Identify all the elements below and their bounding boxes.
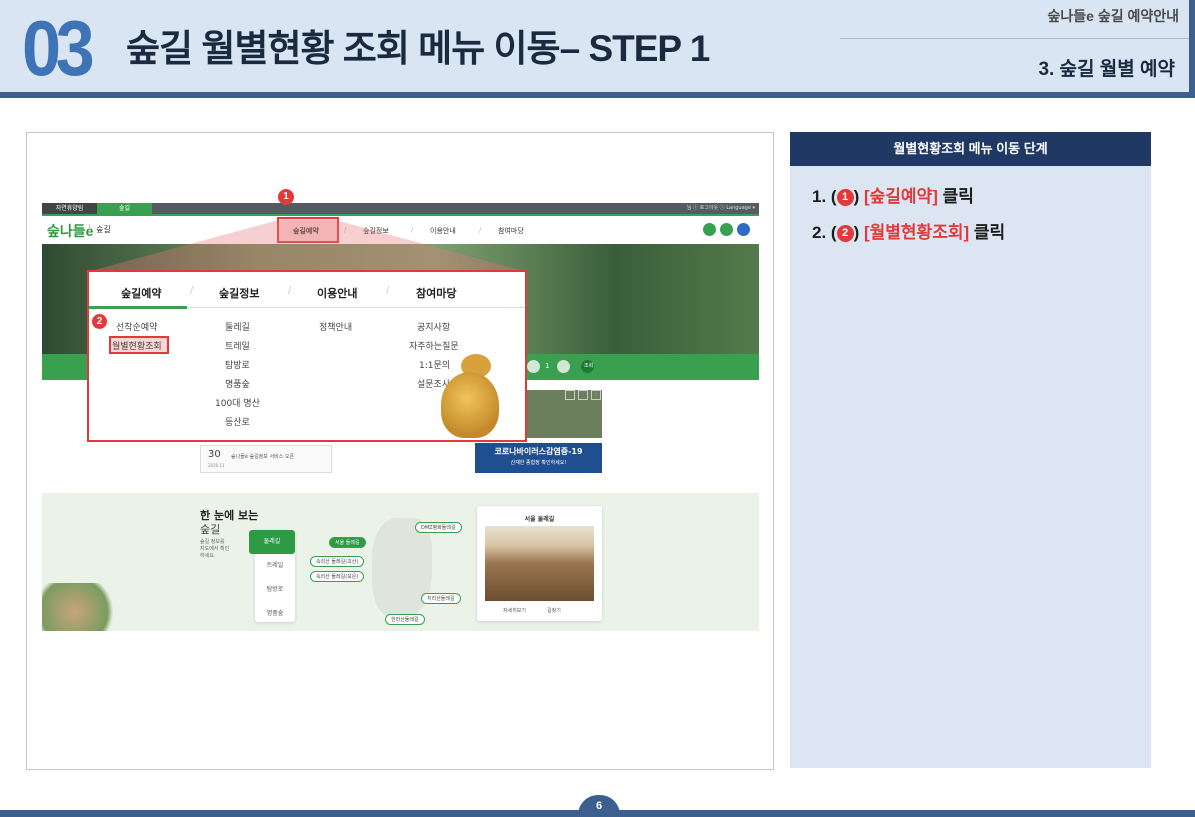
notice-text: 숲나들e 숲길정보 서비스 오픈 bbox=[231, 454, 295, 460]
map-menu-item[interactable]: 트레일 bbox=[255, 554, 295, 578]
step-1: 1. (1) [숲길예약] 클릭 bbox=[812, 182, 974, 207]
menu-grid-icon[interactable] bbox=[737, 223, 750, 236]
search-button-label: 조회 bbox=[584, 363, 594, 369]
header-divider bbox=[840, 38, 1189, 39]
map-tag[interactable]: 한라산둘레길 bbox=[385, 614, 425, 625]
tab-forest[interactable]: 자연휴양림 bbox=[42, 203, 97, 214]
slide-header: 03 숲길 월별현황 조회 메뉴 이동– STEP 1 숲나들e 숲길 예약안내… bbox=[0, 0, 1195, 98]
website-screenshot: 자연휴양림 숲길 님 ⓘ 로그아웃 ⓘ Language ▾ 숲나들e 숲길 숲… bbox=[26, 132, 774, 770]
dropdown-header[interactable]: 이용안내 bbox=[317, 285, 357, 301]
tab-trail[interactable]: 숲길 bbox=[97, 203, 152, 214]
map-tag[interactable]: 지리산둘레길 bbox=[421, 593, 461, 604]
pause-icon[interactable]: ॥ bbox=[591, 390, 601, 400]
menu-item[interactable]: 100대 명산 bbox=[215, 396, 260, 409]
header-bottom-bar bbox=[0, 92, 1195, 98]
menu-item[interactable]: 정책안내 bbox=[319, 320, 352, 333]
reservation-icon[interactable] bbox=[720, 223, 733, 236]
panel-heading: 월별현황조회 메뉴 이동 단계 bbox=[790, 132, 1151, 166]
map-menu-item[interactable]: 명품숲 bbox=[255, 602, 295, 626]
section-subtitle: 3. 숲길 월별 예약 bbox=[1038, 59, 1175, 80]
category-label: 숲나들e 숲길 예약안내 bbox=[1047, 8, 1180, 24]
notice-item[interactable]: 30 2020.11 숲나들e 숲길정보 서비스 오픈 bbox=[200, 445, 332, 473]
map-tag[interactable]: 속리산 둘레길(보은) bbox=[310, 571, 365, 582]
site-logo-sub: 숲길 bbox=[89, 224, 111, 235]
prev-arrow-icon[interactable]: ‹ bbox=[565, 390, 575, 400]
dropdown-separator: / bbox=[190, 285, 194, 296]
dropdown-header[interactable]: 숲길정보 bbox=[219, 285, 259, 301]
step-2-close: ) bbox=[853, 223, 860, 242]
card-title: 서울 둘레길 bbox=[524, 516, 555, 523]
detail-link[interactable]: 자세히보기 bbox=[503, 607, 526, 614]
plus-icon[interactable] bbox=[557, 360, 570, 373]
utility-links[interactable]: 님 ⓘ 로그아웃 ⓘ Language ▾ bbox=[687, 203, 755, 214]
dropdown-active-indicator bbox=[89, 306, 187, 309]
map-menu: 둘레길 트레일 탐방로 명품숲 bbox=[249, 530, 295, 622]
corona-banner[interactable]: 코로나바이러스감염증-19 산재한 종합정 확인하세요! bbox=[475, 443, 602, 473]
menu-item[interactable]: 명품숲 bbox=[225, 377, 250, 390]
people-illustration bbox=[42, 583, 122, 631]
count-value: 1 bbox=[545, 362, 550, 370]
map-menu-item[interactable]: 탐방로 bbox=[255, 578, 295, 602]
map-title-2: 숲길 bbox=[200, 523, 221, 536]
trail-photo bbox=[485, 526, 594, 601]
nav-separator: / bbox=[479, 226, 482, 234]
trail-card[interactable]: 서울 둘레길 자세히보기 길찾기 bbox=[477, 506, 602, 621]
step-1-marker: 1 bbox=[836, 189, 854, 206]
notice-date: 2020.11 bbox=[208, 463, 225, 468]
map-tag[interactable]: 속리산 둘레길(괴산) bbox=[310, 556, 365, 567]
step-2-target: [월별현황조회] bbox=[863, 223, 970, 242]
site-logo[interactable]: 숲나들e bbox=[47, 221, 93, 241]
step-1-prefix: 1. ( bbox=[812, 187, 837, 206]
utility-bar: 자연휴양림 숲길 님 ⓘ 로그아웃 ⓘ Language ▾ bbox=[42, 203, 759, 214]
map-tag[interactable]: 서울 둘레길 bbox=[329, 537, 366, 548]
step-2: 2. (2) [월별현황조회] 클릭 bbox=[812, 218, 1005, 243]
menu-item[interactable]: 자주하는질문 bbox=[409, 339, 459, 352]
nav-item-community[interactable]: 참여마당 bbox=[498, 226, 524, 236]
menu-item[interactable]: 공지사항 bbox=[417, 320, 450, 333]
notice-day: 30 bbox=[208, 449, 221, 460]
dropdown-separator: / bbox=[386, 285, 390, 296]
step-badge-1: 1 bbox=[278, 189, 294, 205]
step-2-marker: 2 bbox=[836, 225, 854, 242]
map-tag[interactable]: DMZ평화둘레길 bbox=[415, 522, 462, 533]
menu-item[interactable]: 둘레길 bbox=[225, 320, 250, 333]
search-icon[interactable] bbox=[703, 223, 716, 236]
menu-item[interactable]: 탐방로 bbox=[225, 358, 250, 371]
menu-item[interactable]: 등산로 bbox=[225, 415, 250, 428]
menu-item[interactable]: 1:1문의 bbox=[419, 358, 450, 371]
step-1-close: ) bbox=[853, 187, 860, 206]
step-1-action: 클릭 bbox=[942, 187, 974, 206]
step-1-target: [숲길예약] bbox=[863, 187, 938, 206]
dropdown-header[interactable]: 참여마당 bbox=[416, 285, 456, 301]
header-right-bar bbox=[1189, 0, 1195, 98]
mascot-character bbox=[441, 372, 499, 438]
corona-banner-title: 코로나바이러스감염증-19 bbox=[494, 447, 583, 456]
section-number: 03 bbox=[22, 4, 95, 92]
minus-icon[interactable] bbox=[527, 360, 540, 373]
dropdown-separator: / bbox=[288, 285, 292, 296]
step-2-action: 클릭 bbox=[973, 223, 1006, 242]
dropdown-header[interactable]: 숲길예약 bbox=[121, 285, 161, 301]
page-number: 6 bbox=[578, 795, 620, 815]
slide-title: 숲길 월별현황 조회 메뉴 이동– STEP 1 bbox=[126, 28, 710, 69]
menu-item[interactable]: 트레일 bbox=[225, 339, 250, 352]
nav-item-guide[interactable]: 이용안내 bbox=[430, 226, 456, 236]
corona-banner-sub: 산재한 종합정 확인하세요! bbox=[510, 460, 567, 466]
step-badge-2: 2 bbox=[92, 314, 107, 329]
step-2-prefix: 2. ( bbox=[812, 223, 837, 242]
map-description: 숲길 정보를 지도에서 확인하세요. bbox=[200, 539, 230, 559]
menu-item-first-come[interactable]: 선착순예약 bbox=[116, 320, 157, 333]
mega-dropdown: 숲길예약 / 숲길정보 / 이용안내 / 참여마당 선착순예약 월별현황조회 2… bbox=[87, 270, 527, 442]
map-menu-item[interactable]: 둘레길 bbox=[249, 530, 295, 554]
menu-item-monthly-status[interactable]: 월별현황조회 bbox=[112, 339, 162, 352]
directions-link[interactable]: 길찾기 bbox=[547, 607, 561, 614]
instruction-panel: 월별현황조회 메뉴 이동 단계 1. (1) [숲길예약] 클릭 2. (2) … bbox=[790, 132, 1151, 768]
nav-separator: / bbox=[411, 226, 414, 234]
next-arrow-icon[interactable]: › bbox=[578, 390, 588, 400]
